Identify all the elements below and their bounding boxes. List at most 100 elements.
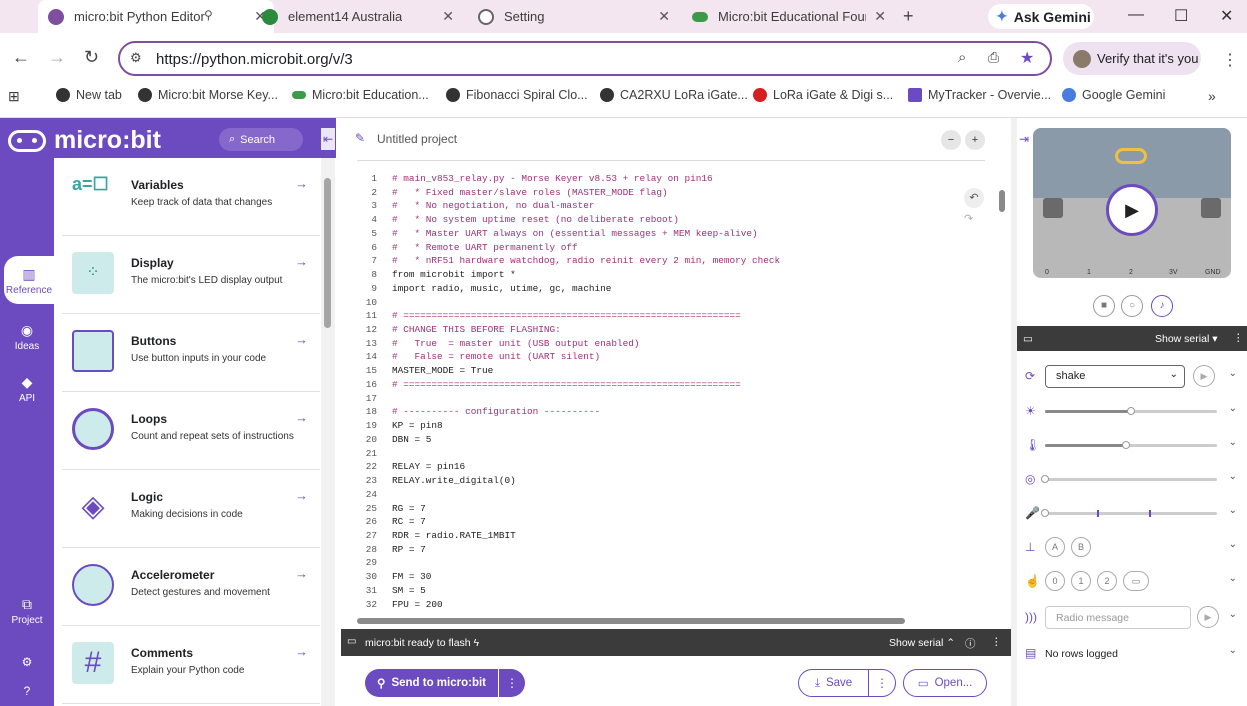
chevron-down-icon[interactable]: ⌄ xyxy=(1229,505,1237,516)
sim-pin-0[interactable]: 0 xyxy=(1045,571,1065,591)
compass-slider[interactable] xyxy=(1041,475,1217,483)
code-line[interactable]: # * Fixed master/slave roles (MASTER_MOD… xyxy=(392,186,668,200)
bookmark-mytracker[interactable]: MyTracker - Overvie... xyxy=(908,88,1051,102)
rail-item-api[interactable]: ◆ API xyxy=(0,374,54,404)
code-line[interactable]: FM = 30 xyxy=(392,570,431,584)
code-line[interactable]: RELAY.write_digital(0) xyxy=(392,474,516,488)
code-line[interactable]: # * No system uptime reset (no deliberat… xyxy=(392,213,679,227)
reload-icon[interactable]: ↻ xyxy=(84,47,99,68)
site-info-icon[interactable]: ⚙ xyxy=(130,50,142,66)
bookmark-ca2rxu[interactable]: CA2RXU LoRa iGate... xyxy=(600,88,748,102)
code-line[interactable]: # ======================================… xyxy=(392,378,741,392)
code-vertical-scrollbar[interactable] xyxy=(997,178,1007,608)
code-line[interactable]: KP = pin8 xyxy=(392,419,443,433)
back-icon[interactable]: ← xyxy=(12,47,30,68)
chevron-down-icon[interactable]: ⌄ xyxy=(1229,573,1237,584)
bookmark-fibonacci[interactable]: Fibonacci Spiral Clo... xyxy=(446,88,588,102)
minimize-icon[interactable]: — xyxy=(1128,6,1144,24)
code-line[interactable]: SM = 5 xyxy=(392,584,426,598)
stop-icon[interactable]: ■ xyxy=(1093,295,1115,317)
reset-icon[interactable]: ○ xyxy=(1121,295,1143,317)
save-button[interactable]: ⤓ Save xyxy=(798,669,869,697)
close-tab-icon[interactable]: ✕ xyxy=(442,8,454,25)
apps-grid-icon[interactable]: ⊞ xyxy=(8,88,20,105)
code-line[interactable]: # * Master UART always on (essential mes… xyxy=(392,227,758,241)
send-to-microbit-button[interactable]: ⚲ Send to micro:bit xyxy=(365,669,498,697)
rail-item-project[interactable]: ⧉ Project xyxy=(0,596,54,626)
sim-show-serial-button[interactable]: Show serial ▾ xyxy=(1155,333,1217,345)
code-line[interactable]: # ======================================… xyxy=(392,309,741,323)
reference-scroll-thumb[interactable] xyxy=(324,178,331,328)
sound-icon[interactable]: ♪ xyxy=(1151,295,1173,317)
sim-serial-menu-icon[interactable]: ⋮ xyxy=(1233,332,1244,344)
open-button[interactable]: ▭ Open... xyxy=(903,669,987,697)
chevron-down-icon[interactable]: ⌄ xyxy=(1229,471,1237,482)
code-line[interactable]: RDR = radio.RATE_1MBIT xyxy=(392,529,516,543)
settings-icon[interactable]: ⚙ xyxy=(0,655,54,669)
bookmark-new-tab[interactable]: New tab xyxy=(56,88,122,102)
code-area[interactable]: 1 # main_v853_relay.py - Morse Keyer v8.5… xyxy=(341,172,991,612)
reference-item-variables[interactable]: a=☐ Variables Keep track of data that ch… xyxy=(62,158,320,236)
code-line[interactable]: # main_v853_relay.py - Morse Keyer v8.53… xyxy=(392,172,713,186)
info-icon[interactable]: ⓘ xyxy=(965,636,976,651)
close-tab-icon[interactable]: ✕ xyxy=(874,8,886,25)
light-slider-knob[interactable] xyxy=(1127,407,1135,415)
search-button[interactable]: ⌕ Search xyxy=(219,128,303,151)
send-options-button[interactable]: ⋮ xyxy=(499,669,525,697)
button-a[interactable] xyxy=(1043,198,1063,218)
temperature-slider[interactable] xyxy=(1045,441,1217,449)
reference-item-accelerometer[interactable]: Accelerometer Detect gestures and moveme… xyxy=(62,548,320,626)
tab-setting[interactable]: Setting ✕ xyxy=(468,0,678,33)
code-line[interactable]: RELAY = pin16 xyxy=(392,460,465,474)
close-window-icon[interactable]: ✕ xyxy=(1220,6,1233,26)
show-serial-button[interactable]: Show serial ⌃ xyxy=(889,637,955,649)
serial-menu-icon[interactable]: ⋮ xyxy=(991,636,1002,648)
chevron-down-icon[interactable]: ⌄ xyxy=(1229,403,1237,414)
new-tab-icon[interactable]: + xyxy=(903,6,914,27)
rail-item-reference[interactable]: ▥ Reference xyxy=(4,256,54,304)
bookmark-google-gemini[interactable]: Google Gemini xyxy=(1062,88,1165,102)
sim-logo-touch-icon[interactable]: ▭ xyxy=(1123,571,1149,591)
bookmark-lora-igate[interactable]: LoRa iGate & Digi s... xyxy=(753,88,893,102)
light-slider[interactable] xyxy=(1045,407,1217,415)
zoom-icon[interactable]: ⌕ xyxy=(958,49,966,66)
code-line[interactable]: # * Remote UART permanently off xyxy=(392,241,578,255)
code-line[interactable]: # * nRF51 hardware watchdog, radio reini… xyxy=(392,254,780,268)
code-vertical-thumb[interactable] xyxy=(999,190,1005,212)
close-tab-icon[interactable]: ✕ xyxy=(658,8,670,25)
forward-icon[interactable]: → xyxy=(48,47,66,68)
chevron-down-icon[interactable]: ⌄ xyxy=(1229,645,1237,656)
reference-item-buttons[interactable]: Buttons Use button inputs in your code → xyxy=(62,314,320,392)
code-horizontal-thumb[interactable] xyxy=(357,618,905,624)
ask-gemini-button[interactable]: ✦ Ask Gemini xyxy=(988,4,1094,29)
more-menu-icon[interactable]: ⋮ xyxy=(1222,50,1238,70)
redo-icon[interactable]: ↷ xyxy=(964,212,973,225)
help-icon[interactable]: ? xyxy=(0,684,54,698)
bookmark-star-icon[interactable]: ★ xyxy=(1020,48,1034,68)
code-line[interactable]: RP = 7 xyxy=(392,543,426,557)
install-app-icon[interactable]: ⎙ xyxy=(988,49,999,66)
reference-item-comments[interactable]: # Comments Explain your Python code → xyxy=(62,626,320,704)
play-simulator-button[interactable]: ▶ xyxy=(1106,184,1158,236)
sim-pin-2[interactable]: 2 xyxy=(1097,571,1117,591)
gesture-select[interactable]: shake ⌄ xyxy=(1045,365,1185,388)
chevron-down-icon[interactable]: ⌄ xyxy=(1229,368,1237,379)
code-line[interactable]: RC = 7 xyxy=(392,515,426,529)
sound-slider[interactable] xyxy=(1041,509,1217,517)
maximize-icon[interactable]: ☐ xyxy=(1174,6,1188,26)
temperature-slider-knob[interactable] xyxy=(1121,441,1130,449)
collapse-simulator-icon[interactable]: ⇥ xyxy=(1019,132,1029,146)
reference-item-logic[interactable]: ◈ Logic Making decisions in code → xyxy=(62,470,320,548)
button-b[interactable] xyxy=(1201,198,1221,218)
project-name[interactable]: ✎ Untitled project xyxy=(355,131,457,146)
sound-slider-knob[interactable] xyxy=(1041,509,1049,517)
tab-microbit-editor[interactable]: micro:bit Python Editor ⚲ ✕ xyxy=(38,0,274,33)
code-line[interactable]: RG = 7 xyxy=(392,502,426,516)
address-bar[interactable]: ⚙ https://python.microbit.org/v/3 ⌕ ⎙ ★ xyxy=(118,41,1052,76)
reference-item-display[interactable]: ⁘ Display The micro:bit's LED display ou… xyxy=(62,236,320,314)
bookmark-morse-keyer[interactable]: Micro:bit Morse Key... xyxy=(138,88,278,102)
code-line[interactable]: import radio, music, utime, gc, machine xyxy=(392,282,611,296)
send-radio-icon[interactable]: ▶ xyxy=(1197,606,1219,628)
undo-icon[interactable]: ↶ xyxy=(964,188,984,208)
more-bookmarks-icon[interactable]: » xyxy=(1208,88,1216,104)
